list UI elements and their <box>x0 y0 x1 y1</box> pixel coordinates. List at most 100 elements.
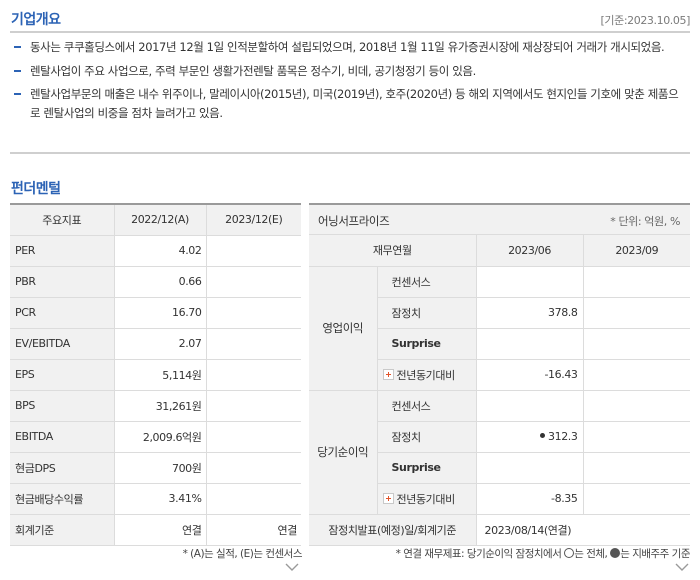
value-cell <box>583 390 691 422</box>
value-cell <box>476 390 584 422</box>
overview-item: 렌탈사업부문의 매출은 내수 위주이나, 말레이시아(2015년), 미국(20… <box>14 85 684 122</box>
value-cell: -8.35 <box>476 483 584 515</box>
row-label: PCR <box>10 297 115 329</box>
value-actual: 31,261원 <box>114 390 207 422</box>
column-header: 2023/12(E) <box>206 204 301 236</box>
reference-date: [기준:2023.10.05] <box>600 14 690 27</box>
dash-icon <box>14 46 21 48</box>
table-header-row: 주요지표 2022/12(A) 2023/12(E) <box>10 204 301 236</box>
value-cell <box>583 359 691 391</box>
table-row: EBITDA 2,009.6억원 <box>10 421 301 453</box>
value-cell <box>476 452 584 484</box>
value-estimate <box>206 359 301 391</box>
section-title-fundamentals: 펀더멘털 <box>11 181 61 197</box>
earnings-header: 어닝서프라이즈 * 단위: 억원, % <box>309 203 690 235</box>
value-actual: 2.07 <box>114 328 207 360</box>
row-label: 컨센서스 <box>377 390 477 422</box>
row-label: Surprise <box>377 452 477 484</box>
open-circle-icon <box>564 548 575 558</box>
value-cell: 378.8 <box>476 297 584 329</box>
dash-icon <box>14 69 21 72</box>
table-row: PCR 16.70 <box>10 297 301 329</box>
chevron-down-icon[interactable] <box>675 560 689 574</box>
row-label: 잠정치 <box>377 421 477 453</box>
row-label: 현금배당수익률 <box>10 483 115 515</box>
announce-date-label: 잠정치발표(예정)일/회계기준 <box>309 514 477 546</box>
bullet-dot-icon <box>540 433 546 438</box>
value-estimate <box>206 266 301 298</box>
overview-list: 동사는 쿠쿠홀딩스에서 2017년 12월 1일 인적분할하여 설립되었으며, … <box>14 38 684 127</box>
overview-item: 렌탈사업이 주요 사업으로, 주력 부문인 생활가전렌탈 품목은 정수기, 비데… <box>14 62 684 81</box>
table-row: 잠정치발표(예정)일/회계기준 2023/08/14(연결) <box>309 514 691 546</box>
row-label-yoy[interactable]: 전년동기대비 <box>377 483 477 515</box>
value-estimate <box>206 328 301 360</box>
table-row: 영업이익 컨센서스 <box>309 266 691 391</box>
dash-icon <box>14 93 21 95</box>
value-actual: 16.70 <box>114 297 207 329</box>
table-row: EV/EBITDA 2.07 <box>10 328 301 360</box>
value-actual: 700원 <box>114 452 207 484</box>
row-label: 회계기준 <box>10 514 115 546</box>
value-cell <box>583 328 691 360</box>
row-label: BPS <box>10 390 115 422</box>
row-label: 현금DPS <box>10 452 115 484</box>
divider <box>10 152 690 154</box>
value-cell: 312.3 <box>476 421 584 453</box>
announce-date-value: 2023/08/14(연결) <box>476 514 691 546</box>
value-estimate <box>206 483 301 515</box>
value-actual: 2,009.6억원 <box>114 421 207 453</box>
column-header: 2022/12(A) <box>114 204 207 236</box>
value-estimate <box>206 235 301 267</box>
table-row: 현금배당수익률 3.41% <box>10 483 301 515</box>
row-label: 컨센서스 <box>377 266 477 298</box>
value-cell <box>583 452 691 484</box>
table-row: 현금DPS 700원 <box>10 452 301 484</box>
value-cell <box>583 421 691 453</box>
value-actual: 연결 <box>114 514 207 546</box>
value-estimate <box>206 452 301 484</box>
earnings-title: 어닝서프라이즈 <box>318 214 390 228</box>
table-row: 당기순이익 컨센서스 <box>309 390 691 515</box>
group-label-net-income: 당기순이익 <box>309 390 378 515</box>
column-header: 재무연월 <box>309 235 477 267</box>
table-row: EPS 5,114원 <box>10 359 301 391</box>
value-cell <box>583 266 691 298</box>
fundamentals-footnote: * (A)는 실적, (E)는 컨센서스 <box>182 548 303 560</box>
table-row: 회계기준 연결 연결 <box>10 514 301 546</box>
expand-plus-icon[interactable] <box>382 368 394 380</box>
row-label: PBR <box>10 266 115 298</box>
row-label: EPS <box>10 359 115 391</box>
section-title-overview: 기업개요 <box>11 12 61 28</box>
value-estimate <box>206 297 301 329</box>
row-label-yoy[interactable]: 전년동기대비 <box>377 359 477 391</box>
filled-circle-icon <box>610 548 621 558</box>
value-cell: -16.43 <box>476 359 584 391</box>
chevron-down-icon[interactable] <box>285 560 299 574</box>
earnings-table: 재무연월 2023/06 2023/09 영업이익 컨센서스 잠정치 378.8… <box>309 235 691 546</box>
row-label: 잠정치 <box>377 297 477 329</box>
value-cell <box>583 297 691 329</box>
column-header: 2023/06 <box>476 235 584 267</box>
table-row: BPS 31,261원 <box>10 390 301 422</box>
expand-plus-icon[interactable] <box>382 492 394 504</box>
row-label: EBITDA <box>10 421 115 453</box>
divider <box>10 31 690 33</box>
column-header: 주요지표 <box>10 204 115 236</box>
value-actual: 3.41% <box>114 483 207 515</box>
value-cell <box>476 328 584 360</box>
value-estimate <box>206 390 301 422</box>
value-estimate <box>206 421 301 453</box>
value-estimate: 연결 <box>206 514 301 546</box>
table-header-row: 재무연월 2023/06 2023/09 <box>309 235 691 267</box>
unit-note: * 단위: 억원, % <box>610 215 680 228</box>
row-label: EV/EBITDA <box>10 328 115 360</box>
table-row: PBR 0.66 <box>10 266 301 298</box>
value-actual: 5,114원 <box>114 359 207 391</box>
row-label: PER <box>10 235 115 267</box>
value-cell <box>476 266 584 298</box>
value-cell <box>583 483 691 515</box>
earnings-footnote: * 연결 재무제표: 당기순이익 잠정치에서 는 전체, 는 지배주주 기준 <box>395 548 690 560</box>
value-actual: 0.66 <box>114 266 207 298</box>
value-actual: 4.02 <box>114 235 207 267</box>
column-header: 2023/09 <box>583 235 691 267</box>
